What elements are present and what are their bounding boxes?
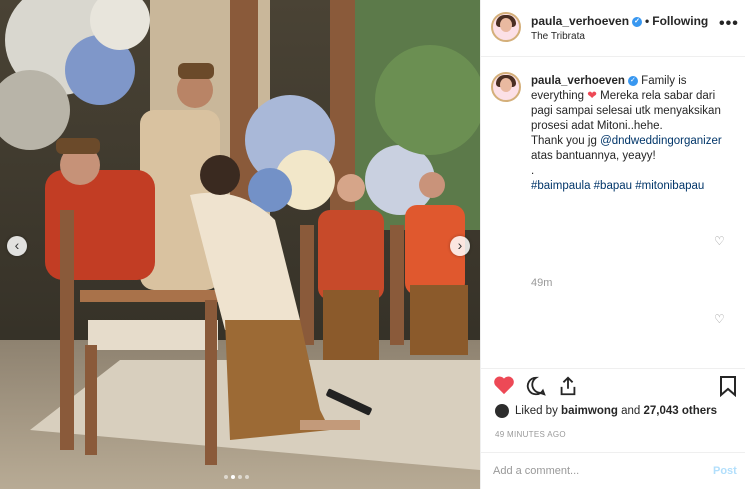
likes-connector: and <box>621 405 641 417</box>
bookmark-icon[interactable] <box>719 375 737 400</box>
comment-bubble-icon[interactable] <box>525 375 547 400</box>
caption-dot: . <box>531 165 535 177</box>
liker-avatar[interactable] <box>495 404 509 418</box>
post-time-ago: 49 MINUTES AGO <box>495 430 566 439</box>
next-slide-button[interactable]: › <box>450 236 470 256</box>
like-heart-icon[interactable] <box>493 375 515 398</box>
caption-line-4: atas bantuannya, yeayy! <box>531 150 656 162</box>
likes-summary: Liked by baimwong and 27,043 others <box>495 404 717 418</box>
wedding-scene-image <box>0 0 480 489</box>
more-options-icon[interactable]: ••• <box>719 15 739 33</box>
avatar[interactable] <box>491 12 521 42</box>
carousel-dot <box>224 475 228 479</box>
location-link[interactable]: The Tribrata <box>531 31 585 42</box>
following-button[interactable]: Following <box>652 14 708 28</box>
header-username[interactable]: paula_verhoeven <box>531 14 629 28</box>
caption-timestamp: 49m <box>531 277 553 289</box>
post-photo[interactable]: ‹ › <box>0 0 480 489</box>
carousel-dot-active <box>231 475 235 479</box>
separator-dot: • <box>645 14 650 28</box>
red-heart-emoji-icon: ❤ <box>587 90 597 102</box>
caption-avatar[interactable] <box>491 72 521 102</box>
instagram-post: ‹ › paula_verhoeven ✓ • Following The Tribr… <box>0 0 745 489</box>
liked-by-prefix: Liked by <box>515 405 558 417</box>
caption-text: paula_verhoeven ✓ Family is everything ❤ … <box>531 74 731 194</box>
comment-box: Add a comment... Post <box>481 452 745 490</box>
carousel-dot <box>245 475 249 479</box>
liker-username[interactable]: baimwong <box>561 405 618 417</box>
likes-count[interactable]: 27,043 others <box>644 405 718 417</box>
post-sidebar: paula_verhoeven ✓ • Following The Tribrata … <box>480 0 745 489</box>
verified-badge-icon: ✓ <box>627 75 638 86</box>
verified-badge-icon: ✓ <box>632 16 643 27</box>
caption-thanks: Thank you jg <box>531 135 597 147</box>
comment-like-heart-icon[interactable]: ♡ <box>714 312 725 326</box>
carousel-indicator <box>224 475 249 479</box>
carousel-dot <box>238 475 242 479</box>
hashtags-link[interactable]: #baimpaula #bapau #mitonibapau <box>531 180 704 192</box>
share-icon[interactable] <box>557 375 579 400</box>
mention-link[interactable]: @dndweddingorganizer <box>600 135 722 147</box>
post-header: paula_verhoeven ✓ • Following The Tribrata … <box>481 0 745 57</box>
action-bar <box>481 368 745 399</box>
caption-username[interactable]: paula_verhoeven <box>531 75 625 87</box>
post-comment-button[interactable]: Post <box>713 465 737 477</box>
comment-input[interactable]: Add a comment... <box>493 465 579 477</box>
comment-like-heart-icon[interactable]: ♡ <box>714 234 725 248</box>
header-username-row: paula_verhoeven ✓ • Following <box>531 14 708 28</box>
previous-slide-button[interactable]: ‹ <box>7 236 27 256</box>
